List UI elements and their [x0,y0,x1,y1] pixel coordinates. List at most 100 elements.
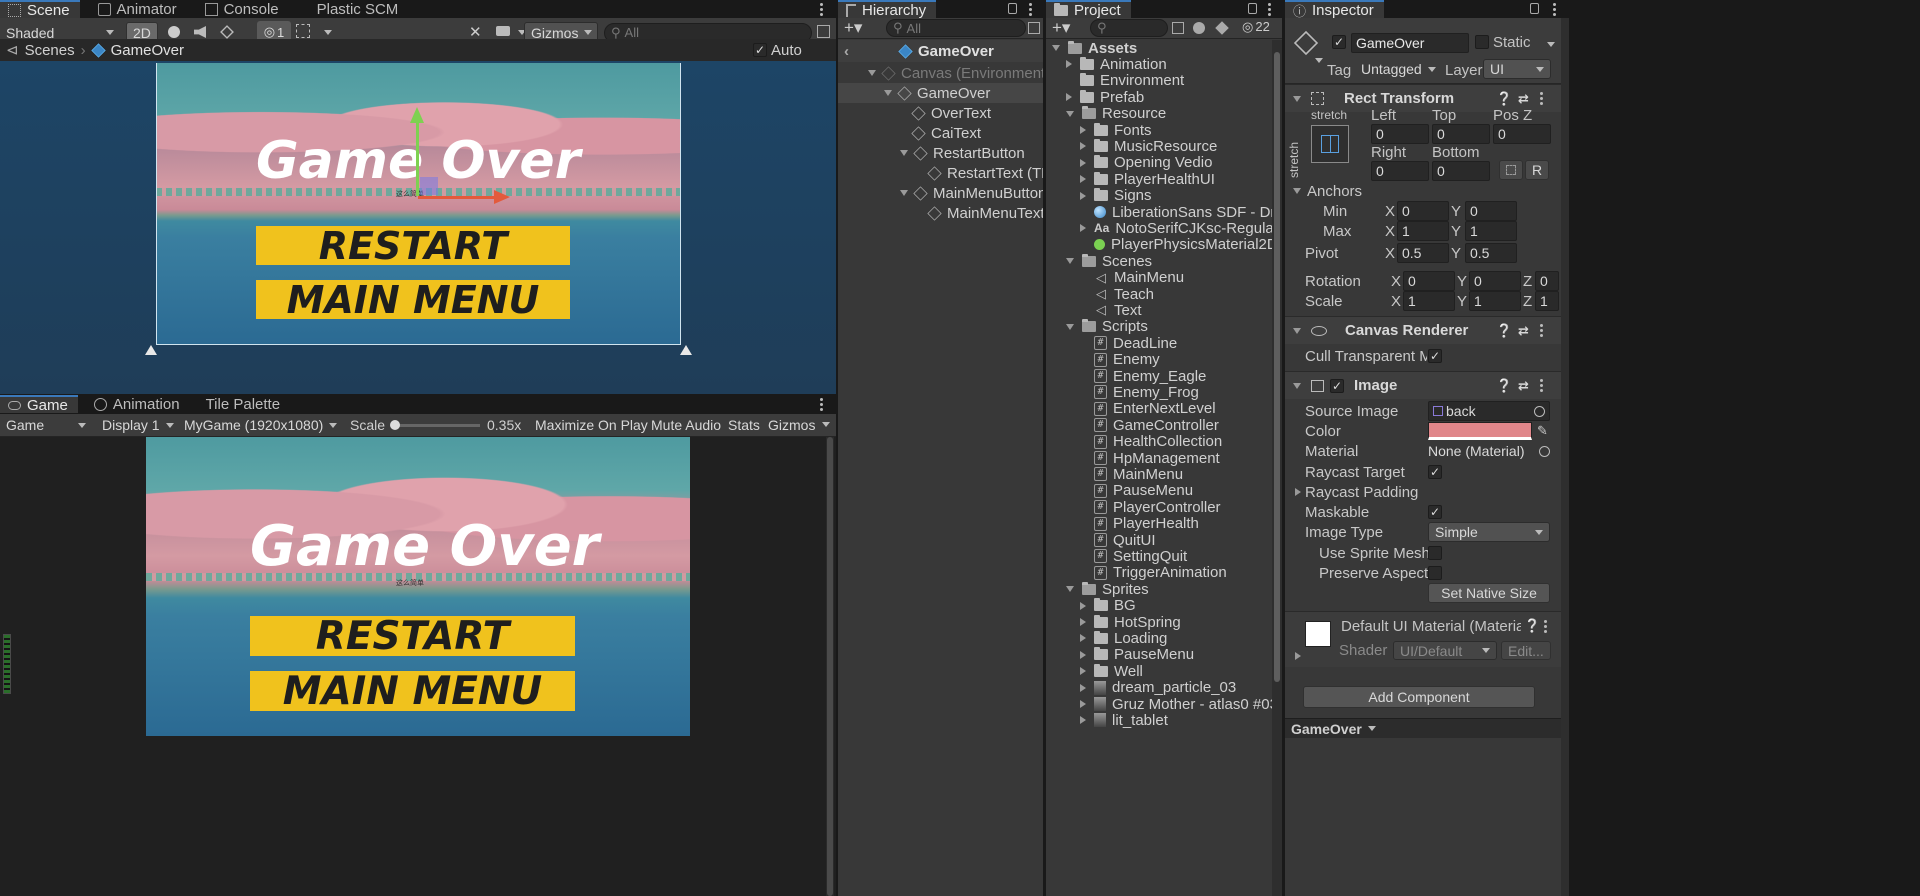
camera-icon[interactable] [496,26,510,36]
search-by-label-icon[interactable] [1193,22,1205,34]
effects-icon[interactable] [220,25,234,39]
blueprint-mode-button[interactable] [1499,160,1523,180]
hierarchy-row[interactable]: RestartButton [838,143,1043,163]
tab-animation[interactable]: Animation [86,395,190,413]
anchor-max-x-field[interactable]: 1 [1397,221,1449,241]
game-restart-button[interactable]: RESTART [250,614,575,659]
project-tree-item[interactable]: Gruz Mother - atlas0 #033 [1046,696,1282,713]
right-field[interactable]: 0 [1371,161,1429,181]
help-icon[interactable]: ❔ [1496,323,1512,339]
lighting-icon[interactable] [168,26,180,38]
project-tree-item[interactable]: BG [1046,597,1272,614]
grid-snap-icon[interactable] [296,24,310,38]
canvas-renderer-header[interactable]: Canvas Renderer ❔ ⇄ [1285,316,1561,344]
project-tree-item[interactable]: Animation [1046,56,1272,73]
mute-audio-button[interactable]: Mute Audio [645,414,727,435]
grid-dropdown-arrow-icon[interactable] [324,30,332,35]
project-tree-item[interactable]: # SettingQuit [1046,548,1272,565]
game-mode-dropdown[interactable]: Game [0,415,92,436]
raycast-target-checkbox[interactable]: ✓ [1428,465,1442,479]
project-menu-icon[interactable] [1268,3,1271,16]
hierarchy-row[interactable]: GameOver [838,83,1043,103]
inspector-scrollbar[interactable] [1561,18,1569,896]
collapse-arrow-icon[interactable] [1080,700,1086,708]
raw-edit-button[interactable]: R [1525,160,1549,180]
hierarchy-scene-header[interactable]: ‹ GameOver [838,40,1043,62]
project-tree-item[interactable]: PlayerHealthUI [1046,171,1272,188]
rotation-y-field[interactable]: 0 [1469,271,1521,291]
scale-z-field[interactable]: 1 [1535,291,1559,311]
maskable-checkbox[interactable]: ✓ [1428,505,1442,519]
collapse-arrow-icon[interactable] [1080,126,1086,134]
display-dropdown[interactable]: Display 1 [96,415,176,436]
project-add-icon[interactable]: +▾ [1052,18,1070,38]
pivot-x-field[interactable]: 0.5 [1397,243,1449,263]
project-tree-item[interactable]: PlayerPhysicsMaterial2D [1046,236,1278,253]
active-checkbox[interactable]: ✓ [1332,35,1346,49]
project-tree-item[interactable]: # Enemy_Frog [1046,384,1272,401]
expand-arrow-icon[interactable] [900,150,908,156]
hierarchy-menu-icon[interactable] [1029,3,1032,16]
anchor-min-x-field[interactable]: 0 [1397,201,1449,221]
inspector-menu-icon[interactable] [1553,3,1556,16]
scene-viewport[interactable]: Game Over 这么简单 RESTART MAIN MENU [0,61,836,394]
object-picker-icon[interactable] [1534,405,1545,417]
material-field[interactable]: None (Material) [1428,441,1550,461]
top-field[interactable]: 0 [1432,124,1490,144]
preserve-aspect-checkbox[interactable] [1428,566,1442,580]
search-by-type-icon[interactable] [1172,22,1184,34]
help-icon[interactable]: ❔ [1524,618,1540,634]
bottom-field[interactable]: 0 [1432,161,1490,181]
add-component-button[interactable]: Add Component [1303,686,1535,708]
favorite-tag-icon[interactable] [1215,21,1229,35]
object-picker-icon[interactable] [1539,445,1550,457]
project-tree-item[interactable]: lit_tablet [1046,712,1272,729]
presets-icon[interactable]: ⇄ [1518,91,1529,107]
material-expand-arrow-icon[interactable] [1295,652,1301,660]
collapse-arrow-icon[interactable] [1080,716,1086,725]
presets-icon[interactable]: ⇄ [1518,378,1529,394]
image-enabled-checkbox[interactable]: ✓ [1330,378,1344,393]
project-tree-item[interactable]: # PlayerHealth [1046,515,1272,532]
project-tree-item[interactable]: Scenes [1046,253,1272,270]
move-handle-x-icon[interactable] [418,196,498,199]
anchor-min-y-field[interactable]: 0 [1465,201,1517,221]
collapse-arrow-icon[interactable] [1080,667,1086,676]
project-tree-item[interactable]: HotSpring [1046,614,1272,631]
project-tree-item[interactable]: Opening Vedio [1046,154,1272,171]
pivot-y-field[interactable]: 0.5 [1465,243,1517,263]
rotation-z-field[interactable]: 0 [1535,271,1559,291]
scale-slider-thumb[interactable] [390,420,400,430]
rotation-x-field[interactable]: 0 [1403,271,1455,291]
hidden-packages-icon[interactable]: ◎ 22 [1242,19,1270,35]
project-tree-item[interactable]: # Enemy [1046,351,1272,368]
component-menu-icon[interactable] [1540,92,1543,105]
hierarchy-row[interactable]: MainMenuButton [838,183,1046,203]
footer-object-name[interactable]: GameOver [1291,721,1362,737]
help-icon[interactable]: ❔ [1496,378,1512,394]
project-tree-item[interactable]: # PlayerController [1046,499,1272,516]
layer-dropdown[interactable]: UI [1483,59,1551,79]
back-arrow-icon[interactable]: ⊲ [6,41,19,59]
static-dropdown-arrow-icon[interactable] [1547,42,1555,47]
cull-transparent-checkbox[interactable]: ✓ [1428,349,1442,363]
collapse-arrow-icon[interactable] [1080,158,1086,167]
project-tree-item[interactable]: Scripts [1046,318,1272,335]
tab-animator[interactable]: Animator [90,0,187,18]
expand-arrow-icon[interactable] [1066,586,1074,593]
collapse-arrow-icon[interactable] [1080,683,1086,692]
project-tree-item[interactable]: # HealthCollection [1046,433,1272,450]
project-scrollbar-thumb[interactable] [1274,52,1280,682]
tag-dropdown[interactable]: Untagged [1355,59,1436,79]
resolution-dropdown[interactable]: MyGame (1920x1080) [178,415,342,436]
collapse-arrow-icon[interactable] [1080,618,1086,626]
search-options-icon[interactable] [817,25,830,38]
collapse-arrow-icon[interactable] [1080,634,1086,643]
project-tree-item[interactable]: PauseMenu [1046,646,1272,663]
move-handle-plane-icon[interactable] [420,177,438,195]
project-tree-item[interactable]: # QuitUI [1046,532,1272,549]
collapse-arrow-icon[interactable] [1080,175,1086,184]
hierarchy-add-icon[interactable]: +▾ [844,18,862,38]
hierarchy-row[interactable]: CaiText [838,123,1043,143]
object-name-field[interactable]: GameOver [1351,33,1469,53]
